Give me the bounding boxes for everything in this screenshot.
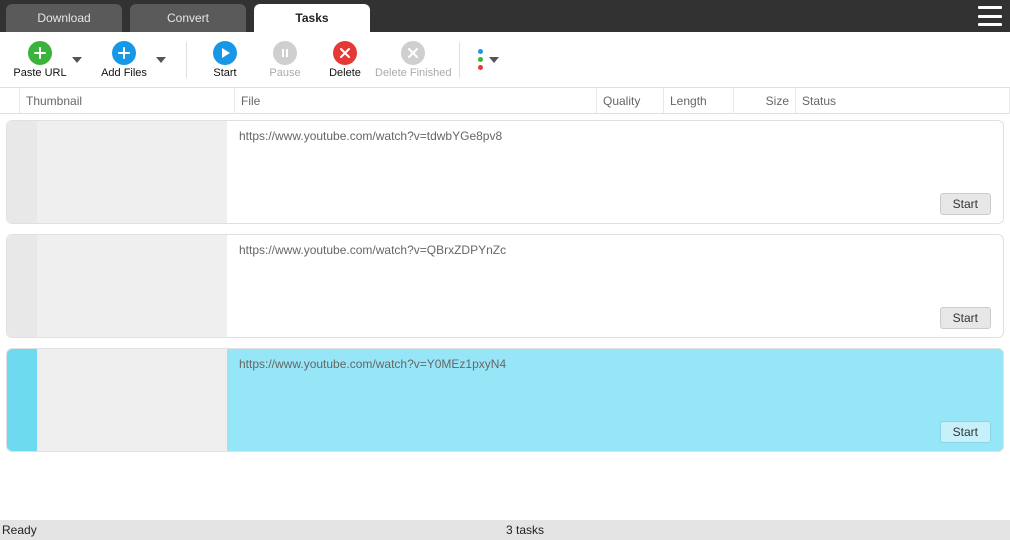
close-icon	[333, 41, 357, 65]
row-start-button[interactable]: Start	[940, 193, 991, 215]
file-url: https://www.youtube.com/watch?v=QBrxZDPY…	[239, 243, 991, 257]
col-file[interactable]: File	[235, 88, 597, 113]
dots-icon	[478, 49, 483, 70]
col-length[interactable]: Length	[664, 88, 734, 113]
row-start-button[interactable]: Start	[940, 307, 991, 329]
status-ready: Ready	[0, 523, 506, 537]
plus-icon	[28, 41, 52, 65]
tab-convert[interactable]: Convert	[130, 4, 246, 32]
row-handle	[7, 349, 37, 451]
add-files-dropdown-icon[interactable]	[156, 57, 166, 63]
table-row[interactable]: https://www.youtube.com/watch?v=Y0MEz1px…	[6, 348, 1004, 452]
delete-button[interactable]: Delete	[315, 35, 375, 85]
thumbnail-placeholder	[37, 349, 227, 451]
separator	[459, 42, 460, 78]
col-thumbnail[interactable]: Thumbnail	[20, 88, 235, 113]
paste-url-dropdown-icon[interactable]	[72, 57, 82, 63]
plus-icon	[112, 41, 136, 65]
start-button[interactable]: Start	[195, 35, 255, 85]
table-row[interactable]: https://www.youtube.com/watch?v=QBrxZDPY…	[6, 234, 1004, 338]
col-quality[interactable]: Quality	[597, 88, 664, 113]
tab-tasks[interactable]: Tasks	[254, 4, 370, 32]
chevron-down-icon	[489, 57, 499, 63]
close-icon	[401, 41, 425, 65]
thumbnail-placeholder	[37, 235, 227, 337]
table-row[interactable]: https://www.youtube.com/watch?v=tdwbYGe8…	[6, 120, 1004, 224]
row-handle	[7, 121, 37, 223]
play-icon	[213, 41, 237, 65]
separator	[186, 42, 187, 78]
row-handle	[7, 235, 37, 337]
tab-bar: Download Convert Tasks	[0, 0, 1010, 32]
pause-icon	[273, 41, 297, 65]
add-files-button[interactable]: Add Files	[94, 35, 154, 85]
thumbnail-placeholder	[37, 121, 227, 223]
row-start-button[interactable]: Start	[940, 421, 991, 443]
menu-icon[interactable]	[978, 6, 1002, 26]
tab-download[interactable]: Download	[6, 4, 122, 32]
status-bar: Ready 3 tasks	[0, 520, 1010, 540]
column-header: Thumbnail File Quality Length Size Statu…	[0, 88, 1010, 114]
pause-button: Pause	[255, 35, 315, 85]
col-size[interactable]: Size	[734, 88, 796, 113]
status-task-count: 3 tasks	[506, 523, 1010, 537]
toolbar: Paste URL Add Files Start Pause Delete D…	[0, 32, 1010, 88]
options-button[interactable]	[468, 35, 508, 85]
delete-finished-button: Delete Finished	[375, 35, 451, 85]
col-status[interactable]: Status	[796, 88, 1010, 113]
paste-url-button[interactable]: Paste URL	[10, 35, 70, 85]
file-url: https://www.youtube.com/watch?v=Y0MEz1px…	[239, 357, 991, 371]
task-list: https://www.youtube.com/watch?v=tdwbYGe8…	[0, 114, 1010, 520]
file-url: https://www.youtube.com/watch?v=tdwbYGe8…	[239, 129, 991, 143]
